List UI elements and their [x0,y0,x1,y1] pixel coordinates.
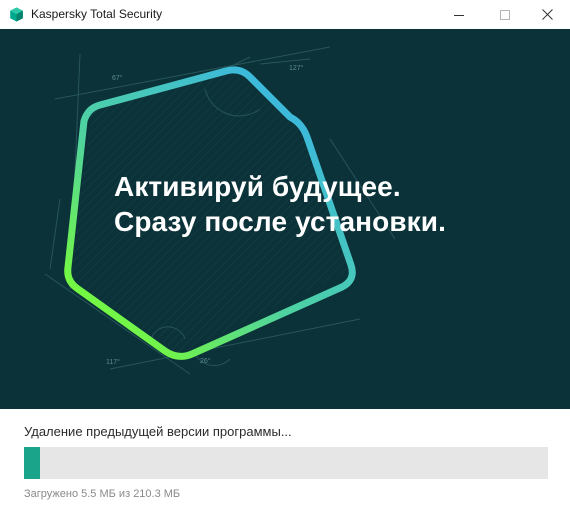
close-button[interactable] [524,0,570,29]
of-word: из [118,488,131,500]
minimize-button[interactable] [436,0,482,29]
angle-label: 127° [289,64,304,72]
close-icon [541,9,553,20]
title-bar[interactable]: Kaspersky Total Security [0,0,570,29]
angle-label: 67° [112,74,123,82]
download-prefix: Загружено [24,488,79,500]
download-info: Загружено 5.5 МБ из 210.3 МБ [24,488,180,500]
progress-fill [24,447,40,479]
total-size: 210.3 МБ [133,488,181,500]
downloaded-size: 5.5 МБ [81,488,116,500]
headline-line-1: Активируй будущее. [114,171,401,202]
kaspersky-shield-icon [10,7,23,22]
maximize-icon [500,9,510,20]
minimize-icon [454,14,464,16]
angle-label: 117° [106,358,120,366]
installer-window: Kaspersky Total Security 67° 127° 117° 2… [0,0,570,528]
headline-line-2: Сразу после установки. [114,206,446,237]
maximize-button[interactable] [482,0,528,29]
promo-headline: Активируй будущее. Сразу после установки… [114,169,446,239]
promo-banner: 67° 127° 117° 26° Активируй будущее. Сра… [0,29,570,409]
window-title: Kaspersky Total Security [31,7,163,21]
angle-label: 26° [200,357,211,365]
progress-bar [24,447,548,479]
status-label: Удаление предыдущей версии программы... [24,424,292,439]
